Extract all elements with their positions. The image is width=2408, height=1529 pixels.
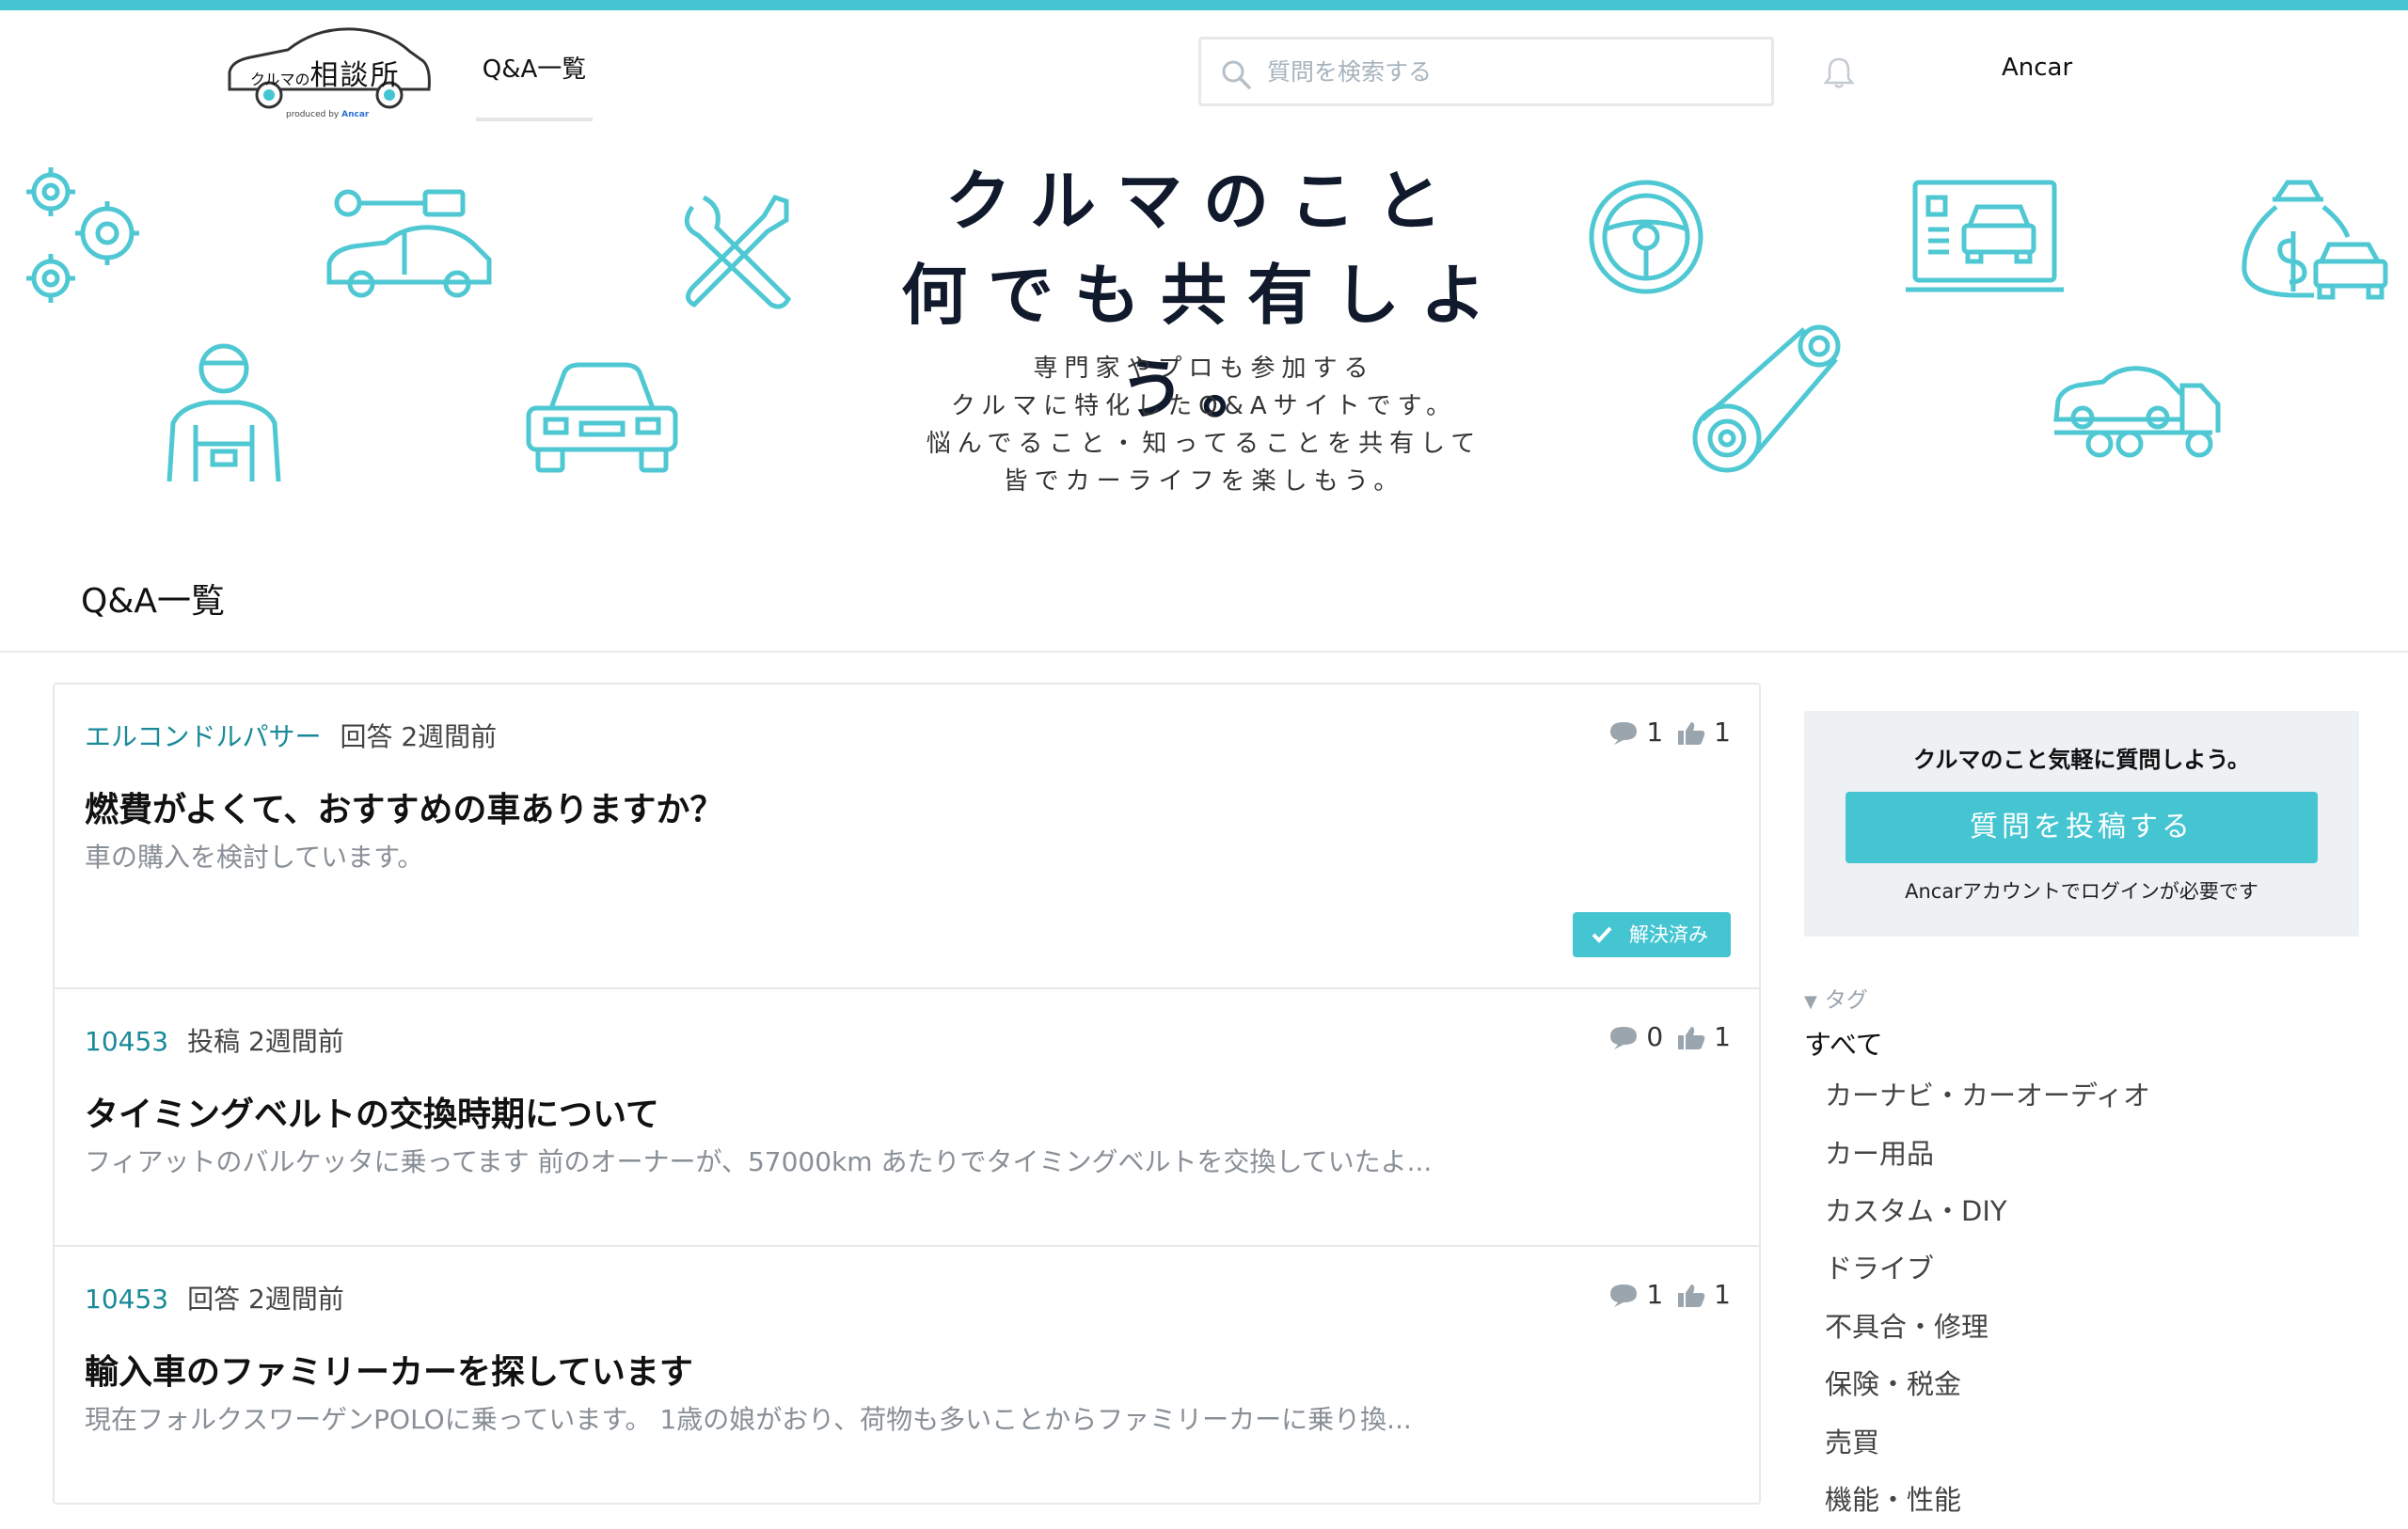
question-excerpt: 現在フォルクスワーゲンPOLOに乗っています。 1歳の娘がおり、荷物も多いことか… xyxy=(85,1404,1412,1435)
question-title[interactable]: タイミングベルトの交換時期について xyxy=(85,1087,659,1136)
question-counts: 0 1 xyxy=(1595,1021,1731,1052)
tag-item[interactable]: 保険・税金 xyxy=(1825,1363,1961,1402)
question-excerpt: 車の購入を検討しています。 xyxy=(85,842,424,873)
logo-produced-by: produced by xyxy=(286,110,340,119)
question-author[interactable]: エルコンドルパサー xyxy=(85,721,321,752)
question-excerpt: フィアットのバルケッタに乗ってます 前のオーナーが、57000km あたりでタイ… xyxy=(85,1146,1433,1177)
hero-subtitle: 専門家やプロも参加する クルマに特化したQ&Aサイトです。 悩んでること・知って… xyxy=(828,350,1580,500)
tag-item[interactable]: カスタム・DIY xyxy=(1825,1190,2007,1229)
notification-bell-icon[interactable] xyxy=(1823,55,1855,89)
nav-tab-underline xyxy=(476,118,593,121)
laptop-car-icon xyxy=(1904,179,2066,295)
comment-count: 1 xyxy=(1646,717,1664,748)
comment-count: 1 xyxy=(1646,1279,1664,1310)
site-logo[interactable]: クルマの相談所 produced by Ancar xyxy=(222,24,435,119)
tow-truck-icon xyxy=(2051,357,2224,459)
tag-item[interactable]: ドライブ xyxy=(1825,1247,1934,1286)
question-item[interactable]: エルコンドルパサー 回答 2週間前 1 1 燃費がよくて、おすすめの車ありますか？… xyxy=(55,685,1759,989)
gears-icon xyxy=(17,158,152,308)
question-info: 回答 2週間前 xyxy=(187,1284,344,1315)
question-counts: 1 1 xyxy=(1595,1279,1731,1310)
tag-item[interactable]: 機能・性能 xyxy=(1825,1478,1961,1518)
comment-icon xyxy=(1610,721,1638,745)
login-required-note: Ancarアカウントでログインが必要です xyxy=(1905,880,2258,903)
question-item[interactable]: 10453 回答 2週間前 1 1 輸入車のファミリーカーを探しています 現在フォ… xyxy=(55,1247,1759,1503)
check-icon xyxy=(1592,926,1612,943)
hero-sub-line-4: 皆でカーライフを楽しもう。 xyxy=(1003,467,1405,496)
question-counts: 1 1 xyxy=(1595,717,1731,748)
tools-crossed-icon xyxy=(673,188,800,314)
steering-wheel-icon xyxy=(1586,177,1706,297)
user-menu[interactable]: Ancar xyxy=(2002,54,2072,82)
thumbs-up-icon xyxy=(1678,1284,1705,1307)
hero-title-line-1: クルマのこと xyxy=(945,163,1463,240)
question-list: エルコンドルパサー 回答 2週間前 1 1 燃費がよくて、おすすめの車ありますか？… xyxy=(53,683,1761,1505)
logo-brand: Ancar xyxy=(341,110,370,119)
logo-text-small: クルマの xyxy=(250,71,310,88)
mechanic-icon xyxy=(162,340,286,483)
tags-heading: タグ xyxy=(1824,988,1868,1013)
ask-question-panel: クルマのこと気軽に質問しよう。 質問を投稿する Ancarアカウントでログインが… xyxy=(1804,711,2359,937)
tag-all[interactable]: すべて xyxy=(1804,1023,1883,1063)
top-accent-bar xyxy=(0,0,2408,10)
thumbs-up-icon xyxy=(1678,721,1705,745)
hero-banner: クルマのこと 何でも共有しよう。 専門家やプロも参加する クルマに特化したQ&A… xyxy=(0,132,2408,527)
solved-badge-label: 解決済み xyxy=(1629,923,1708,946)
money-car-icon xyxy=(2239,179,2389,303)
cta-title: クルマのこと気軽に質問しよう。 xyxy=(1913,747,2250,773)
comment-icon xyxy=(1610,1284,1638,1307)
nav-tab-qa-list-label: Q&A一覧 xyxy=(482,55,587,84)
question-info: 投稿 2週間前 xyxy=(187,1026,344,1057)
tags-toggle[interactable]: ▼ タグ xyxy=(1804,982,1868,1014)
question-item[interactable]: 10453 投稿 2週間前 0 1 タイミングベルトの交換時期について フィアット… xyxy=(55,989,1759,1247)
tag-item[interactable]: 不具合・修理 xyxy=(1825,1305,1988,1345)
hero-sub-line-2: クルマに特化したQ&Aサイトです。 xyxy=(950,392,1458,420)
thumbs-up-icon xyxy=(1678,1026,1705,1049)
solved-badge: 解決済み xyxy=(1573,912,1731,957)
search-box[interactable] xyxy=(1198,37,1774,106)
search-input[interactable] xyxy=(1267,53,1756,90)
question-info: 回答 2週間前 xyxy=(340,721,498,752)
site-header: クルマの相談所 produced by Ancar Q&A一覧 Ancar xyxy=(0,10,2408,121)
tag-item[interactable]: カー用品 xyxy=(1825,1132,1934,1172)
question-author[interactable]: 10453 xyxy=(85,1026,168,1057)
comment-count: 0 xyxy=(1646,1021,1664,1052)
tag-item[interactable]: 売買 xyxy=(1825,1421,1879,1460)
comment-icon xyxy=(1610,1026,1638,1049)
search-icon xyxy=(1222,60,1251,89)
logo-text-large: 相談所 xyxy=(309,59,401,92)
hero-sub-line-3: 悩んでること・知ってることを共有して xyxy=(926,430,1482,458)
section-title: Q&A一覧 xyxy=(81,582,226,621)
question-title[interactable]: 輸入車のファミリーカーを探しています xyxy=(85,1345,693,1394)
section-divider xyxy=(0,651,2408,653)
nav-tab-qa-list[interactable]: Q&A一覧 xyxy=(476,48,593,121)
car-front-icon xyxy=(523,361,681,474)
question-title[interactable]: 燃費がよくて、おすすめの車ありますか？ xyxy=(85,782,723,831)
like-count: 1 xyxy=(1714,717,1731,748)
triangle-down-icon: ▼ xyxy=(1804,992,1817,1012)
timing-belt-icon xyxy=(1689,322,1844,476)
question-author[interactable]: 10453 xyxy=(85,1284,168,1315)
tag-item[interactable]: カーナビ・カーオーディオ xyxy=(1825,1074,2150,1113)
wrench-car-icon xyxy=(320,184,499,301)
like-count: 1 xyxy=(1714,1279,1731,1310)
hero-sub-line-1: 専門家やプロも参加する xyxy=(1033,355,1375,383)
like-count: 1 xyxy=(1714,1021,1731,1052)
post-question-button[interactable]: 質問を投稿する xyxy=(1846,792,2318,863)
